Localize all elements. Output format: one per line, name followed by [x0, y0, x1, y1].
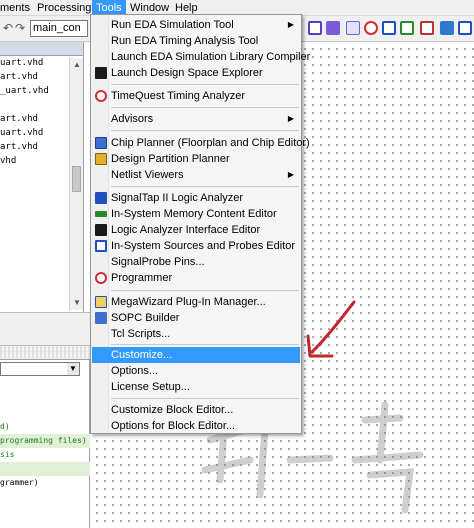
tools-menu: Run EDA Simulation Tool ▶ Run EDA Timing…: [90, 14, 310, 434]
task-line[interactable]: grammer): [0, 476, 90, 490]
menu-item-options[interactable]: Options...: [92, 363, 300, 379]
sopc-builder-icon: [95, 312, 107, 324]
menu-item-customize[interactable]: Customize...: [92, 347, 300, 363]
file-item[interactable]: vhd: [0, 156, 16, 167]
menu-item-signaltap[interactable]: SignalTap II Logic Analyzer: [92, 190, 300, 206]
menu-separator: [111, 398, 299, 399]
megawizard-icon[interactable]: [458, 21, 472, 35]
signaltap-icon: [95, 192, 107, 204]
arrow-tool-icon[interactable]: [308, 21, 322, 35]
megawizard-icon: [95, 296, 107, 308]
chip-planner-icon: [95, 137, 107, 149]
panel-splitter[interactable]: [0, 312, 90, 346]
file-item[interactable]: art.vhd: [0, 114, 38, 125]
menu-item-license-setup[interactable]: License Setup...: [92, 379, 300, 395]
menu-item-logic-analyzer-interface[interactable]: Logic Analyzer Interface Editor: [92, 222, 300, 238]
menu-item-sources-probes-editor[interactable]: In-System Sources and Probes Editor: [92, 238, 300, 254]
file-item[interactable]: _uart.vhd: [0, 86, 49, 97]
redo-icon[interactable]: ↷: [12, 20, 28, 36]
menu-item-megawizard[interactable]: MegaWizard Plug-In Manager...: [92, 294, 300, 310]
menu-separator: [111, 107, 299, 108]
menu-item-sopc-builder[interactable]: SOPC Builder: [92, 310, 300, 326]
chip-planner-icon[interactable]: [382, 21, 396, 35]
menu-item-advisors[interactable]: Advisors ▶: [92, 111, 300, 127]
menu-assignments[interactable]: ments: [0, 1, 30, 15]
submenu-arrow-icon: ▶: [287, 170, 294, 179]
menu-item-design-partition-planner[interactable]: Design Partition Planner: [92, 151, 300, 167]
menu-separator: [111, 290, 299, 291]
task-line[interactable]: programming files): [0, 434, 90, 448]
menu-item-timequest[interactable]: TimeQuest Timing Analyzer: [92, 88, 300, 104]
menu-item-tcl-scripts[interactable]: Tcl Scripts...: [92, 326, 300, 342]
menu-item-options-block-editor[interactable]: Options for Block Editor...: [92, 418, 300, 434]
navigator-header: [0, 42, 83, 56]
programmer-icon: [95, 272, 107, 284]
help-icon[interactable]: [440, 21, 454, 35]
task-line[interactable]: sis: [0, 448, 90, 462]
menu-item-customize-block-editor[interactable]: Customize Block Editor...: [92, 402, 300, 418]
task-line[interactable]: [0, 462, 90, 476]
menu-processing[interactable]: Processing: [37, 1, 91, 15]
menu-window[interactable]: Window: [130, 1, 169, 15]
file-item[interactable]: uart.vhd: [0, 128, 43, 139]
programmer-icon[interactable]: [420, 21, 434, 35]
scroll-down-icon[interactable]: ▼: [73, 298, 81, 307]
annotation-arrow: [306, 300, 356, 358]
file-item[interactable]: art.vhd: [0, 142, 38, 153]
compile-icon[interactable]: [326, 21, 340, 35]
submenu-arrow-icon: ▶: [287, 114, 294, 123]
signaltap-icon[interactable]: [400, 21, 414, 35]
menu-item-netlist-viewers[interactable]: Netlist Viewers ▶: [92, 167, 300, 183]
menu-item-run-eda-simulation[interactable]: Run EDA Simulation Tool ▶: [92, 17, 300, 33]
tasks-panel: ▼ d) programming files) sis grammer): [0, 346, 90, 528]
menu-help[interactable]: Help: [175, 1, 198, 15]
menu-separator: [111, 84, 299, 85]
menu-item-chip-planner[interactable]: Chip Planner (Floorplan and Chip Editor): [92, 135, 310, 151]
memory-editor-icon: [95, 211, 107, 217]
timing-icon[interactable]: [364, 21, 378, 35]
submenu-arrow-icon: ▶: [287, 20, 294, 29]
scroll-thumb[interactable]: [72, 166, 81, 192]
analysis-icon[interactable]: [346, 21, 360, 35]
menu-item-programmer[interactable]: Programmer: [92, 270, 300, 286]
logic-analyzer-icon: [95, 224, 107, 236]
menu-item-design-space-explorer[interactable]: Launch Design Space Explorer: [92, 65, 300, 81]
flow-combo[interactable]: ▼: [0, 362, 80, 376]
menu-separator: [111, 344, 299, 345]
tasks-header: [0, 346, 90, 360]
project-navigator: uart.vhd art.vhd _uart.vhd art.vhd uart.…: [0, 42, 84, 312]
menu-item-eda-library-compiler[interactable]: Launch EDA Simulation Library Compiler: [92, 49, 310, 65]
timequest-icon: [95, 90, 107, 102]
menu-item-memory-content-editor[interactable]: In-System Memory Content Editor: [92, 206, 300, 222]
sources-probes-icon: [95, 240, 107, 252]
navigator-scrollbar[interactable]: ▲ ▼: [69, 58, 83, 310]
menu-separator: [111, 130, 299, 131]
menu-item-signalprobe-pins[interactable]: SignalProbe Pins...: [92, 254, 300, 270]
chevron-down-icon[interactable]: ▼: [67, 363, 79, 375]
partition-planner-icon: [95, 153, 107, 165]
project-combo[interactable]: main_con: [30, 20, 88, 37]
file-item[interactable]: uart.vhd: [0, 58, 43, 69]
scroll-up-icon[interactable]: ▲: [73, 60, 81, 69]
dse-icon: [95, 67, 107, 79]
menu-item-run-eda-timing[interactable]: Run EDA Timing Analysis Tool: [92, 33, 300, 49]
menu-separator: [111, 186, 299, 187]
task-line[interactable]: d): [0, 420, 90, 434]
file-item[interactable]: art.vhd: [0, 72, 38, 83]
